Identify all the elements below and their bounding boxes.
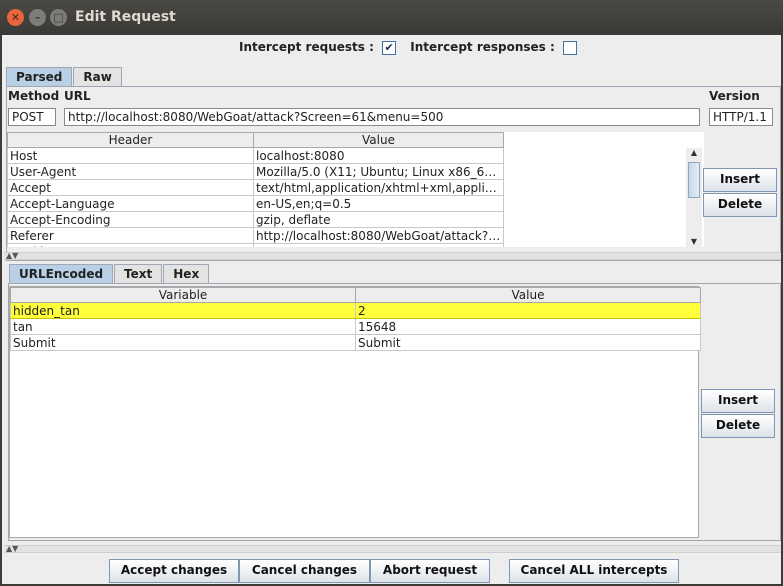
- params-table-container: Variable Value hidden_tan 2 tan 15648 Submit…: [9, 286, 701, 538]
- intercept-requests-checkbox[interactable]: ✔: [382, 40, 397, 55]
- header-value-cell[interactable]: JSESSIONID=5CE89AA044750D2734A1: [253, 243, 504, 247]
- header-row[interactable]: Host localhost:8080: [7, 147, 504, 164]
- intercept-responses-label: Intercept responses :: [410, 40, 555, 54]
- header-row[interactable]: Accept-Encoding gzip, deflate: [7, 211, 504, 228]
- param-value-cell[interactable]: 15648: [355, 318, 701, 335]
- header-value-cell[interactable]: en-US,en;q=0.5: [253, 195, 504, 212]
- scroll-down-icon[interactable]: ▼: [686, 237, 702, 247]
- headers-scrollbar[interactable]: ▲ ▼: [686, 148, 702, 247]
- header-value-cell[interactable]: gzip, deflate: [253, 211, 504, 228]
- cancel-changes-button[interactable]: Cancel changes: [239, 559, 370, 583]
- headers-table-container: Header Value Host localhost:8080 User-Agen…: [7, 132, 704, 247]
- value-column-title[interactable]: Value: [253, 132, 504, 148]
- title-bar: ✕ – □ Edit Request: [0, 0, 783, 35]
- intercept-options: Intercept requests : ✔ Intercept respons…: [239, 40, 577, 55]
- abort-request-button[interactable]: Abort request: [370, 559, 490, 583]
- intercept-responses-checkbox[interactable]: [563, 40, 577, 55]
- param-name-cell[interactable]: Submit: [10, 334, 356, 351]
- param-insert-button[interactable]: Insert: [701, 389, 775, 413]
- param-name-cell[interactable]: tan: [10, 318, 356, 335]
- header-name-cell[interactable]: Accept: [7, 179, 254, 196]
- variable-column-title[interactable]: Variable: [10, 287, 356, 303]
- request-view-tabs: Parsed Raw: [6, 67, 123, 87]
- header-delete-button[interactable]: Delete: [703, 193, 777, 217]
- tab-text[interactable]: Text: [114, 264, 163, 284]
- tab-urlencoded[interactable]: URLEncoded: [9, 264, 114, 284]
- tab-hex[interactable]: Hex: [163, 264, 210, 284]
- intercept-requests-label: Intercept requests :: [239, 40, 374, 54]
- param-value-column-title[interactable]: Value: [355, 287, 701, 303]
- header-name-cell[interactable]: Accept-Language: [7, 195, 254, 212]
- bottom-divider-arrows-icon[interactable]: ▲▼: [6, 544, 18, 553]
- header-value-cell[interactable]: localhost:8080: [253, 147, 504, 164]
- param-value-cell[interactable]: 2: [355, 302, 701, 319]
- param-row[interactable]: hidden_tan 2: [10, 302, 701, 319]
- accept-changes-button[interactable]: Accept changes: [109, 559, 239, 583]
- cancel-all-intercepts-button[interactable]: Cancel ALL intercepts: [509, 559, 679, 583]
- divider-arrows-icon[interactable]: ▲▼: [6, 251, 18, 260]
- param-delete-button[interactable]: Delete: [701, 414, 775, 438]
- version-field[interactable]: HTTP/1.1: [709, 108, 773, 126]
- header-value-cell[interactable]: http://localhost:8080/WebGoat/attack?S..…: [253, 227, 504, 244]
- headers-table: Header Value Host localhost:8080 User-Agen…: [7, 132, 504, 247]
- header-value-cell[interactable]: Mozilla/5.0 (X11; Ubuntu; Linux x86_64..…: [253, 163, 504, 180]
- url-label: URL: [64, 89, 91, 103]
- header-name-cell[interactable]: User-Agent: [7, 163, 254, 180]
- scroll-thumb[interactable]: [688, 162, 700, 198]
- method-field[interactable]: POST: [8, 108, 56, 126]
- maximize-window-button[interactable]: □: [50, 9, 67, 26]
- header-row[interactable]: CookieJSESSIONID=5CE89AA044750D2734A1: [7, 243, 504, 247]
- param-row[interactable]: tan 15648: [10, 318, 701, 335]
- dialog-client-area: Intercept requests : ✔ Intercept respons…: [2, 35, 781, 584]
- param-name-cell[interactable]: hidden_tan: [10, 302, 356, 319]
- param-value-cell[interactable]: Submit: [355, 334, 701, 351]
- method-label: Method: [8, 89, 60, 103]
- minimize-window-button[interactable]: –: [29, 9, 46, 26]
- body-view-tabs: URLEncoded Text Hex: [9, 264, 210, 284]
- header-value-cell[interactable]: text/html,application/xhtml+xml,applica.…: [253, 179, 504, 196]
- header-row[interactable]: Referer http://localhost:8080/WebGoat/att…: [7, 227, 504, 244]
- header-row[interactable]: Accept-Language en-US,en;q=0.5: [7, 195, 504, 212]
- params-table: Variable Value hidden_tan 2 tan 15648 Submit…: [10, 287, 701, 351]
- header-insert-button[interactable]: Insert: [703, 168, 777, 192]
- tab-raw[interactable]: Raw: [73, 67, 122, 87]
- header-row[interactable]: User-Agent Mozilla/5.0 (X11; Ubuntu; Linu…: [7, 163, 504, 180]
- tab-parsed[interactable]: Parsed: [6, 67, 73, 87]
- version-label: Version: [709, 89, 760, 103]
- url-field[interactable]: http://localhost:8080/WebGoat/attack?Scr…: [64, 108, 700, 126]
- header-name-cell[interactable]: Host: [7, 147, 254, 164]
- header-name-cell[interactable]: Accept-Encoding: [7, 211, 254, 228]
- header-column-title[interactable]: Header: [7, 132, 254, 148]
- param-row[interactable]: Submit Submit: [10, 334, 701, 351]
- close-window-button[interactable]: ✕: [7, 9, 24, 26]
- window-title: Edit Request: [75, 9, 176, 25]
- scroll-up-icon[interactable]: ▲: [686, 148, 702, 158]
- bottom-split-divider[interactable]: ▲▼: [4, 544, 781, 553]
- header-name-cell[interactable]: Cookie: [7, 243, 254, 247]
- split-pane-divider[interactable]: ▲▼: [4, 251, 781, 260]
- header-row[interactable]: Accept text/html,application/xhtml+xml,ap…: [7, 179, 504, 196]
- header-name-cell[interactable]: Referer: [7, 227, 254, 244]
